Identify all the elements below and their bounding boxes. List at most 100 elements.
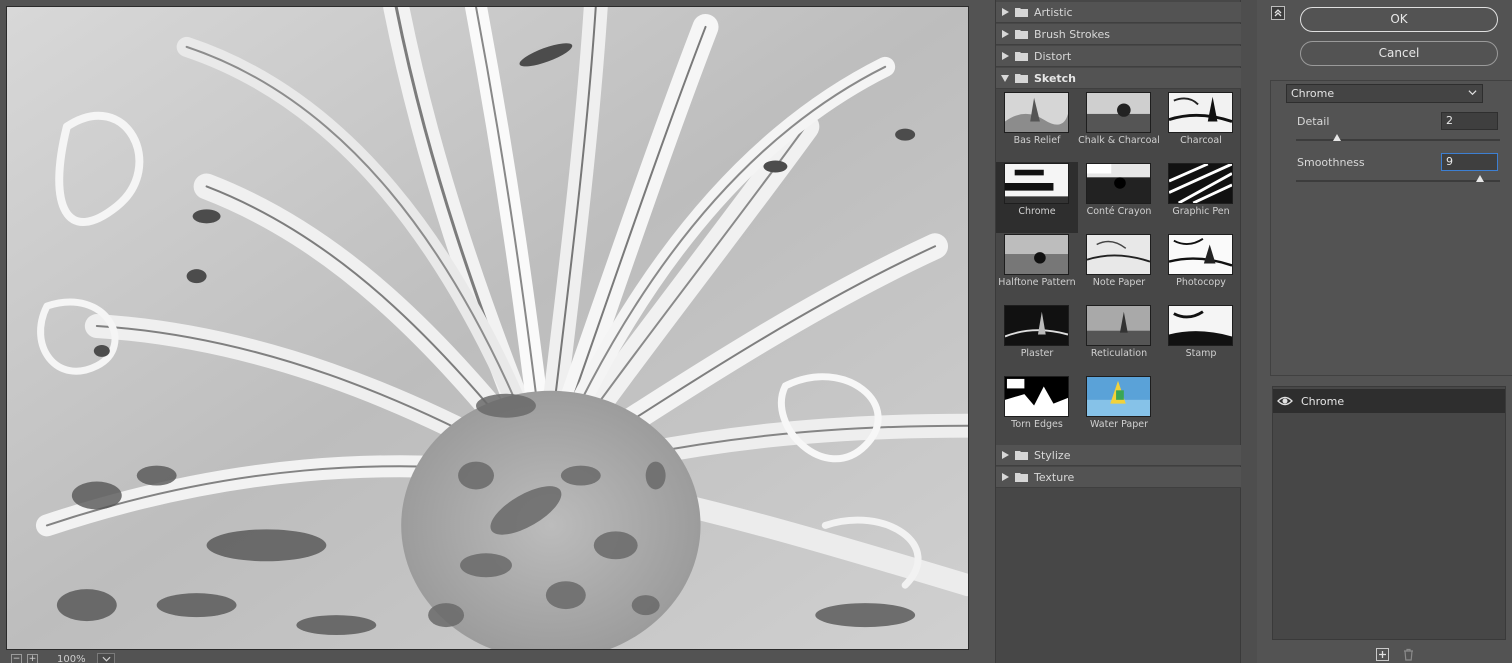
thumb-image [1005,93,1068,132]
effect-layer-name: Chrome [1301,395,1345,408]
folder-artistic[interactable]: Artistic [996,2,1242,23]
smoothness-label: Smoothness [1297,156,1365,169]
thumb-note-paper[interactable]: Note Paper [1078,233,1160,304]
thumb-label: Halftone Pattern [998,277,1076,288]
folder-icon [1015,8,1028,17]
thumb-image [1005,377,1068,416]
triangle-right-icon [1002,30,1009,38]
folder-brush-strokes[interactable]: Brush Strokes [996,24,1242,45]
thumb-image [1169,164,1232,203]
collapse-gallery-button[interactable] [1271,6,1285,20]
folder-distort[interactable]: Distort [996,46,1242,67]
zoom-out-button[interactable]: − [11,654,22,663]
thumb-image [1005,235,1068,274]
triangle-right-icon [1002,473,1009,481]
pane-splitter[interactable] [983,0,995,663]
smoothness-slider[interactable] [1296,175,1500,182]
zoom-dropdown[interactable] [97,653,115,663]
thumb-label: Torn Edges [1011,419,1063,430]
delete-effect-layer-button[interactable] [1402,648,1415,661]
thumb-label: Photocopy [1176,277,1226,288]
thumb-image [1005,306,1068,345]
eye-icon[interactable] [1277,394,1293,408]
filter-select[interactable]: Chrome [1286,84,1483,103]
folder-label: Texture [1034,471,1075,484]
chrome-preview-art [7,7,968,649]
thumb-label: Stamp [1185,348,1217,359]
thumb-reticulation[interactable]: Reticulation [1078,304,1160,375]
thumb-label: Water Paper [1089,419,1148,430]
filter-select-value: Chrome [1291,87,1335,100]
triangle-right-icon [1002,8,1009,16]
thumb-image [1087,377,1150,416]
new-layer-icon [1379,651,1386,658]
thumb-conte-crayon[interactable]: Conté Crayon [1078,162,1160,233]
preview-pane: − + 100% [0,0,983,663]
trash-icon [1404,648,1413,661]
triangle-right-icon [1002,52,1009,60]
thumb-image [1087,235,1150,274]
detail-input[interactable]: 2 [1441,112,1498,130]
thumb-label: Reticulation [1090,348,1148,359]
thumb-label: Plaster [1020,348,1054,359]
smoothness-slider-knob[interactable] [1475,175,1484,182]
filter-gallery: Artistic Brush Strokes Distort Sketch Ba… [995,0,1242,663]
sketch-thumbnails: Bas Relief Chalk & Charcoal Charcoal Chr… [996,91,1242,443]
thumb-torn-edges[interactable]: Torn Edges [996,375,1078,446]
thumb-bas-relief[interactable]: Bas Relief [996,91,1078,162]
zoom-in-button[interactable]: + [27,654,38,663]
triangle-right-icon [1002,451,1009,459]
zoom-level: 100% [57,654,86,663]
folder-label: Sketch [1034,72,1077,85]
cancel-button[interactable]: Cancel [1300,41,1498,66]
triangle-down-icon [1001,75,1009,82]
detail-slider-knob[interactable] [1332,134,1341,141]
folder-texture[interactable]: Texture [996,467,1242,488]
folder-label: Distort [1034,50,1072,63]
thumb-label: Graphic Pen [1172,206,1230,217]
thumb-image [1169,306,1232,345]
gallery-scrollbar[interactable] [1241,0,1257,663]
effect-layer-row[interactable]: Chrome [1273,389,1505,413]
thumb-photocopy[interactable]: Photocopy [1160,233,1242,304]
thumb-label: Note Paper [1092,277,1146,288]
folder-label: Artistic [1034,6,1073,19]
folder-icon [1015,30,1028,39]
preview-image[interactable] [6,6,969,650]
chevron-down-icon [1468,90,1477,96]
folder-label: Brush Strokes [1034,28,1111,41]
thumb-label: Conté Crayon [1086,206,1152,217]
thumb-image [1005,164,1068,203]
thumb-image [1087,306,1150,345]
thumb-plaster[interactable]: Plaster [996,304,1078,375]
folder-stylize[interactable]: Stylize [996,445,1242,466]
zoom-bar: − + 100% [0,652,983,663]
thumb-image [1087,93,1150,132]
thumb-chrome[interactable]: Chrome [996,162,1078,233]
thumb-stamp[interactable]: Stamp [1160,304,1242,375]
thumb-graphic-pen[interactable]: Graphic Pen [1160,162,1242,233]
folder-icon [1015,451,1028,460]
chevron-down-icon [102,656,111,662]
thumb-label: Chrome [1018,206,1056,217]
smoothness-input[interactable]: 9 [1441,153,1498,171]
detail-label: Detail [1297,115,1330,128]
collapse-icon [1274,9,1282,17]
folder-sketch[interactable]: Sketch [996,68,1242,89]
thumb-water-paper[interactable]: Water Paper [1078,375,1160,446]
new-effect-layer-button[interactable] [1376,648,1389,661]
thumb-image [1087,164,1150,203]
thumb-chalk-charcoal[interactable]: Chalk & Charcoal [1078,91,1160,162]
folder-icon [1015,74,1028,83]
thumb-label: Charcoal [1180,135,1222,146]
thumb-charcoal[interactable]: Charcoal [1160,91,1242,162]
thumb-label: Chalk & Charcoal [1078,135,1160,146]
settings-panel: OK Cancel Chrome Detail 2 Smoothness 9 C… [1258,0,1512,663]
ok-button[interactable]: OK [1300,7,1498,32]
thumb-image [1169,93,1232,132]
detail-slider[interactable] [1296,134,1500,141]
folder-icon [1015,52,1028,61]
thumb-image [1169,235,1232,274]
filter-parameters: Chrome Detail 2 Smoothness 9 [1270,80,1512,376]
thumb-halftone-pattern[interactable]: Halftone Pattern [996,233,1078,304]
